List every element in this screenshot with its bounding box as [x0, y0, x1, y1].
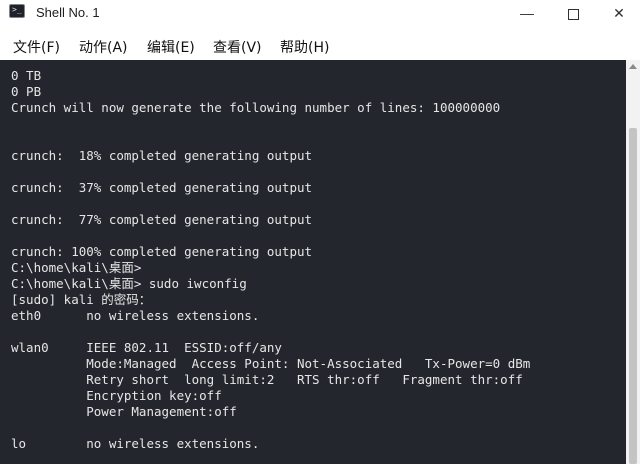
- terminal-line: lo no wireless extensions.: [11, 436, 260, 451]
- terminal-line: crunch: 18% completed generating output: [11, 148, 313, 163]
- terminal-line: Crunch will now generate the following n…: [11, 100, 501, 115]
- menu-file[interactable]: 文件(F): [13, 37, 60, 57]
- terminal-line: crunch: 77% completed generating output: [11, 212, 313, 227]
- terminal-line: C:\home\kali\桌面> sudo iwconfig: [11, 276, 247, 291]
- vertical-scrollbar[interactable]: [626, 60, 640, 464]
- menu-edit[interactable]: 编辑(E): [147, 37, 195, 57]
- close-button[interactable]: ✕: [596, 0, 640, 28]
- minimize-button[interactable]: —: [504, 0, 550, 28]
- scrollbar-thumb[interactable]: [629, 128, 637, 464]
- terminal-icon: >_: [9, 4, 25, 18]
- terminal-line: crunch: 100% completed generating output: [11, 244, 313, 259]
- terminal-line: Retry short long limit:2 RTS thr:off Fra…: [11, 372, 523, 387]
- terminal-line: 0 TB: [11, 68, 42, 83]
- window-title: Shell No. 1: [36, 5, 100, 20]
- terminal-line: Encryption key:off: [11, 388, 222, 403]
- terminal-line: Mode:Managed Access Point: Not-Associate…: [11, 356, 531, 371]
- close-icon: ✕: [613, 5, 625, 21]
- terminal-line: 0 PB: [11, 84, 42, 99]
- terminal-line: wlan0 IEEE 802.11 ESSID:off/any: [11, 340, 282, 355]
- menu-action[interactable]: 动作(A): [79, 37, 128, 57]
- menu-help[interactable]: 帮助(H): [280, 37, 329, 57]
- terminal-line: C:\home\kali\桌面>: [11, 260, 142, 275]
- menu-view[interactable]: 查看(V): [213, 37, 262, 57]
- maximize-icon: [567, 9, 579, 20]
- terminal-line: Power Management:off: [11, 404, 237, 419]
- menu-bar: 文件(F) 动作(A) 编辑(E) 查看(V) 帮助(H): [0, 34, 640, 58]
- minimize-icon: —: [520, 5, 534, 21]
- maximize-button[interactable]: [550, 0, 596, 28]
- terminal-line: crunch: 37% completed generating output: [11, 180, 313, 195]
- title-bar[interactable]: >_ Shell No. 1 — ✕: [0, 0, 640, 28]
- scroll-up-arrow-icon[interactable]: [629, 64, 637, 69]
- terminal-line: eth0 no wireless extensions.: [11, 308, 260, 323]
- terminal-line: [sudo] kali 的密码：: [11, 292, 152, 307]
- terminal-output[interactable]: 0 TB 0 PB Crunch will now generate the f…: [0, 60, 626, 464]
